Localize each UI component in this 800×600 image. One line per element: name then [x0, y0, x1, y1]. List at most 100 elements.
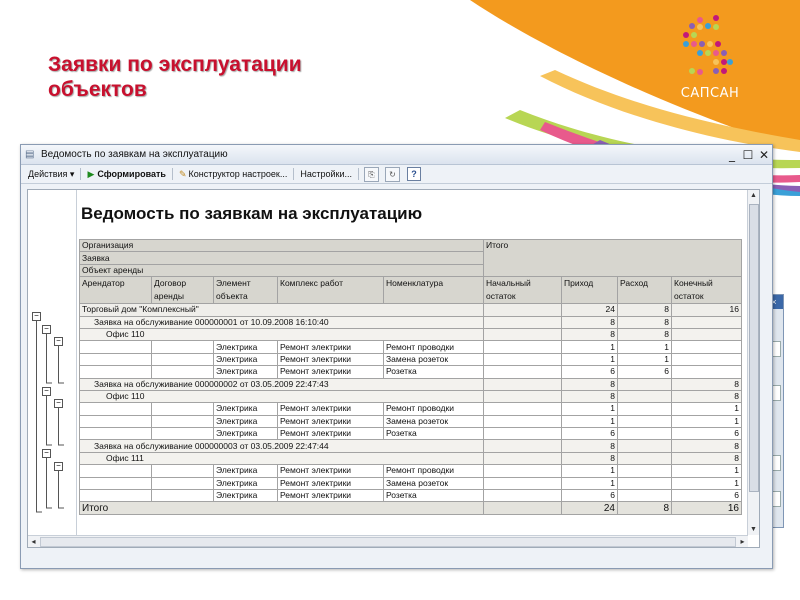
cell-end-balance: 8 [671, 377, 742, 391]
cell-c1 [79, 489, 152, 503]
scroll-left-icon[interactable]: ◂ [28, 536, 39, 547]
generate-button[interactable]: ▶ Сформировать [83, 169, 169, 180]
wand-icon: ✎ [178, 168, 187, 179]
report-table: Организация Итого Заявка Объект аренды А… [79, 238, 742, 515]
cell-expense: 8 [617, 303, 672, 317]
collapse-toggle[interactable]: − [54, 399, 63, 408]
tenant-group-row: Торговый дом "Комплексный" 24 8 16 [79, 303, 742, 317]
cell-expense [617, 451, 672, 466]
group-label: Заявка на обслуживание 000000003 от 03.0… [79, 439, 484, 453]
scroll-up-icon[interactable]: ▲ [748, 190, 759, 201]
cell-start-balance [483, 451, 562, 466]
cell-c3: Электрика [213, 414, 278, 429]
header-request: Заявка [79, 251, 484, 265]
cell-expense [617, 489, 672, 503]
scroll-right-icon[interactable]: ▸ [737, 536, 748, 547]
collapse-toggle[interactable]: − [32, 312, 41, 321]
cell-end-balance: 6 [671, 427, 742, 441]
cell-expense: 6 [617, 365, 672, 379]
header-org: Организация [79, 238, 484, 253]
cell-c1 [79, 427, 152, 441]
close-button[interactable]: ✕ [756, 148, 772, 162]
cell-start-balance [483, 389, 562, 404]
cell-end-balance [671, 340, 742, 354]
cell-end-balance [671, 315, 742, 329]
cell-expense: 8 [617, 315, 672, 329]
detail-row: Электрика Ремонт электрики Замена розеток 1… [79, 352, 742, 367]
vertical-scroll-thumb[interactable] [749, 204, 759, 492]
settings-button[interactable]: Настройки... [296, 169, 356, 179]
scroll-down-icon[interactable]: ▼ [748, 524, 759, 535]
cell-c1 [79, 365, 152, 379]
detail-row: Электрика Ремонт электрики Розетка 6 6 [79, 427, 742, 441]
col-header: Арендатор [79, 276, 152, 305]
request-group-row: Заявка на обслуживание 000000001 от 10.0… [79, 315, 742, 329]
col-header: Расход [617, 276, 672, 305]
cell-income: 8 [561, 315, 618, 329]
cell-c4: Ремонт электрики [277, 464, 384, 478]
cell-income: 1 [561, 414, 618, 429]
report-title: Ведомость по заявкам на эксплуатацию [81, 204, 423, 223]
cell-start-balance [483, 303, 562, 317]
cell-income: 6 [561, 489, 618, 503]
constructor-label: Конструктор настроек... [188, 169, 288, 179]
cell-start-balance [483, 414, 562, 429]
horizontal-scrollbar[interactable]: ◂ ▸ [28, 535, 748, 547]
cell-start-balance [483, 315, 562, 329]
minimize-button[interactable]: _ [724, 148, 740, 162]
detail-row: Электрика Ремонт электрики Ремонт проводки… [79, 402, 742, 416]
detail-row: Электрика Ремонт электрики Ремонт проводки… [79, 340, 742, 354]
cell-c2 [151, 352, 214, 367]
toolbar-separator [80, 168, 82, 180]
cell-start-balance [483, 427, 562, 441]
cell-c2 [151, 476, 214, 491]
horizontal-scroll-thumb[interactable] [40, 537, 736, 547]
cell-income: 8 [561, 389, 618, 404]
cell-c1 [79, 340, 152, 354]
refresh-icon[interactable]: ↻ [385, 166, 400, 182]
object-group-row: Офис 110 8 8 [79, 327, 742, 342]
cell-c3: Электрика [213, 427, 278, 441]
cell-start-balance [483, 340, 562, 354]
vertical-scrollbar[interactable]: ▲ ▼ [747, 190, 759, 535]
collapse-toggle[interactable]: − [42, 387, 51, 396]
actions-menu[interactable]: Действия ▾ [24, 169, 78, 180]
report-area: − − − − − − − Ведомость по заявкам на эк… [27, 189, 760, 548]
cell-c2 [151, 464, 214, 478]
request-group-row: Заявка на обслуживание 000000002 от 03.0… [79, 377, 742, 391]
grand-total-label: Итого [79, 501, 484, 515]
cell-c4: Ремонт электрики [277, 414, 384, 429]
cell-income: 6 [561, 365, 618, 379]
cell-expense [617, 464, 672, 478]
cell-c1 [79, 414, 152, 429]
collapse-toggle[interactable]: − [42, 449, 51, 458]
report-window: ▤ Ведомость по заявкам на эксплуатацию _… [20, 144, 773, 569]
group-label: Торговый дом "Комплексный" [79, 303, 484, 317]
maximize-button[interactable]: ☐ [740, 148, 756, 162]
cell-expense: 1 [617, 340, 672, 354]
window-titlebar: ▤ Ведомость по заявкам на эксплуатацию _… [21, 145, 772, 165]
object-group-row: Офис 111 8 8 [79, 451, 742, 466]
collapse-toggle[interactable]: − [42, 325, 51, 334]
group-tree-lines [36, 316, 64, 513]
help-button[interactable]: ? [407, 167, 421, 181]
cell-start-balance [483, 365, 562, 379]
cell-start-balance [483, 476, 562, 491]
cell-c5: Розетка [383, 365, 484, 379]
cell-c3: Электрика [213, 489, 278, 503]
cell-expense [617, 402, 672, 416]
cell-income: 24 [561, 303, 618, 317]
cell-income: 1 [561, 464, 618, 478]
grouping-gutter: − − − − − − − [28, 190, 77, 547]
cell-c3: Электрика [213, 352, 278, 367]
cell-income: 6 [561, 427, 618, 441]
collapse-toggle[interactable]: − [54, 337, 63, 346]
col-header: Элемент объекта [213, 276, 278, 305]
detail-row: Электрика Ремонт электрики Замена розеток 1… [79, 476, 742, 491]
detail-row: Электрика Ремонт электрики Розетка 6 6 [79, 489, 742, 503]
constructor-button[interactable]: ✎ Конструктор настроек... [175, 169, 291, 180]
collapse-toggle[interactable]: − [54, 462, 63, 471]
header-total: Итого [483, 238, 742, 278]
detail-row: Электрика Ремонт электрики Розетка 6 6 [79, 365, 742, 379]
copy-icon[interactable]: ⎘ [364, 166, 379, 182]
